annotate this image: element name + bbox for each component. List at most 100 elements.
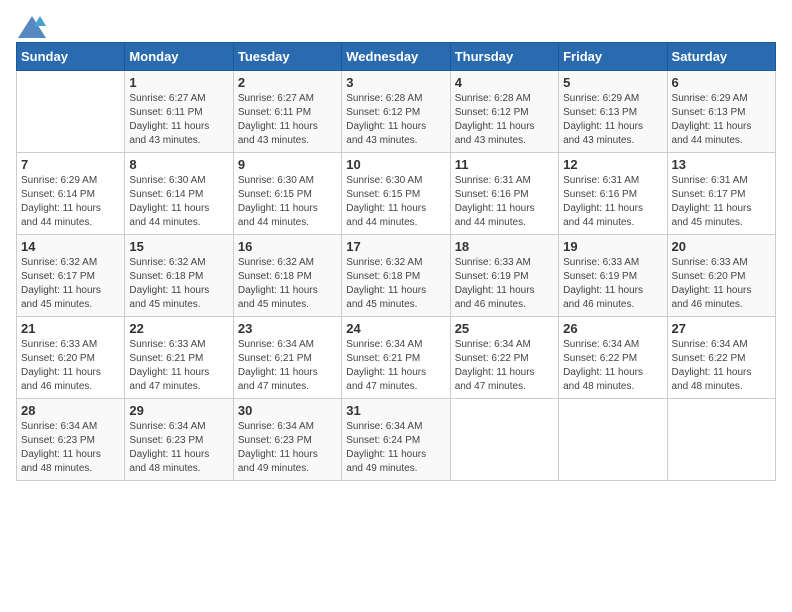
day-number: 9	[238, 157, 337, 172]
day-number: 30	[238, 403, 337, 418]
calendar-header-row: SundayMondayTuesdayWednesdayThursdayFrid…	[17, 43, 776, 71]
header-monday: Monday	[125, 43, 233, 71]
day-detail: Sunrise: 6:33 AMSunset: 6:21 PMDaylight:…	[129, 338, 228, 394]
week-row-0: 1Sunrise: 6:27 AMSunset: 6:11 PMDaylight…	[17, 71, 776, 153]
day-detail: Sunrise: 6:31 AMSunset: 6:16 PMDaylight:…	[563, 174, 662, 230]
day-number: 2	[238, 75, 337, 90]
calendar-table: SundayMondayTuesdayWednesdayThursdayFrid…	[16, 42, 776, 481]
calendar-cell: 5 Sunrise: 6:29 AMSunset: 6:13 PMDaylight…	[559, 71, 667, 153]
calendar-cell	[559, 399, 667, 481]
day-detail: Sunrise: 6:28 AMSunset: 6:12 PMDaylight:…	[455, 92, 554, 148]
calendar-cell	[450, 399, 558, 481]
calendar-cell: 16Sunrise: 6:32 AMSunset: 6:18 PMDayligh…	[233, 235, 341, 317]
calendar-cell: 29Sunrise: 6:34 AMSunset: 6:23 PMDayligh…	[125, 399, 233, 481]
day-number: 6	[672, 75, 771, 90]
calendar-cell: 10 Sunrise: 6:30 AMSunset: 6:15 PMDayligh…	[342, 153, 450, 235]
calendar-cell: 23 Sunrise: 6:34 AMSunset: 6:21 PMDayligh…	[233, 317, 341, 399]
day-number: 16	[238, 239, 337, 254]
day-number: 27	[672, 321, 771, 336]
week-row-3: 21 Sunrise: 6:33 AMSunset: 6:20 PMDayligh…	[17, 317, 776, 399]
calendar-cell: 28 Sunrise: 6:34 AMSunset: 6:23 PMDayligh…	[17, 399, 125, 481]
calendar-cell: 19 Sunrise: 6:33 AMSunset: 6:19 PMDayligh…	[559, 235, 667, 317]
day-detail: Sunrise: 6:33 AMSunset: 6:19 PMDaylight:…	[563, 256, 662, 312]
calendar-cell: 20 Sunrise: 6:33 AMSunset: 6:20 PMDayligh…	[667, 235, 775, 317]
day-detail: Sunrise: 6:29 AMSunset: 6:13 PMDaylight:…	[563, 92, 662, 148]
day-detail: Sunrise: 6:30 AMSunset: 6:14 PMDaylight:…	[129, 174, 228, 230]
week-row-4: 28 Sunrise: 6:34 AMSunset: 6:23 PMDayligh…	[17, 399, 776, 481]
day-number: 12	[563, 157, 662, 172]
day-detail: Sunrise: 6:34 AMSunset: 6:21 PMDaylight:…	[346, 338, 445, 394]
day-number: 19	[563, 239, 662, 254]
day-number: 28	[21, 403, 120, 418]
day-number: 24	[346, 321, 445, 336]
calendar-cell: 2Sunrise: 6:27 AMSunset: 6:11 PMDaylight…	[233, 71, 341, 153]
day-number: 23	[238, 321, 337, 336]
day-detail: Sunrise: 6:28 AMSunset: 6:12 PMDaylight:…	[346, 92, 445, 148]
day-number: 11	[455, 157, 554, 172]
day-number: 31	[346, 403, 445, 418]
day-number: 22	[129, 321, 228, 336]
day-number: 20	[672, 239, 771, 254]
day-detail: Sunrise: 6:33 AMSunset: 6:20 PMDaylight:…	[21, 338, 120, 394]
header-friday: Friday	[559, 43, 667, 71]
day-number: 1	[129, 75, 228, 90]
calendar-cell: 7Sunrise: 6:29 AMSunset: 6:14 PMDaylight…	[17, 153, 125, 235]
day-number: 5	[563, 75, 662, 90]
day-number: 17	[346, 239, 445, 254]
calendar-cell: 12 Sunrise: 6:31 AMSunset: 6:16 PMDayligh…	[559, 153, 667, 235]
calendar-cell: 21 Sunrise: 6:33 AMSunset: 6:20 PMDayligh…	[17, 317, 125, 399]
day-detail: Sunrise: 6:30 AMSunset: 6:15 PMDaylight:…	[238, 174, 337, 230]
day-detail: Sunrise: 6:34 AMSunset: 6:22 PMDaylight:…	[672, 338, 771, 394]
week-row-2: 14 Sunrise: 6:32 AMSunset: 6:17 PMDayligh…	[17, 235, 776, 317]
header-tuesday: Tuesday	[233, 43, 341, 71]
calendar-cell: 6Sunrise: 6:29 AMSunset: 6:13 PMDaylight…	[667, 71, 775, 153]
day-detail: Sunrise: 6:33 AMSunset: 6:20 PMDaylight:…	[672, 256, 771, 312]
day-detail: Sunrise: 6:34 AMSunset: 6:23 PMDaylight:…	[21, 420, 120, 476]
day-detail: Sunrise: 6:34 AMSunset: 6:21 PMDaylight:…	[238, 338, 337, 394]
day-detail: Sunrise: 6:31 AMSunset: 6:16 PMDaylight:…	[455, 174, 554, 230]
calendar-cell: 18 Sunrise: 6:33 AMSunset: 6:19 PMDayligh…	[450, 235, 558, 317]
day-detail: Sunrise: 6:30 AMSunset: 6:15 PMDaylight:…	[346, 174, 445, 230]
day-number: 4	[455, 75, 554, 90]
calendar-cell: 27 Sunrise: 6:34 AMSunset: 6:22 PMDayligh…	[667, 317, 775, 399]
calendar-cell: 4 Sunrise: 6:28 AMSunset: 6:12 PMDaylight…	[450, 71, 558, 153]
day-number: 21	[21, 321, 120, 336]
header-sunday: Sunday	[17, 43, 125, 71]
day-detail: Sunrise: 6:34 AMSunset: 6:23 PMDaylight:…	[129, 420, 228, 476]
calendar-cell: 14 Sunrise: 6:32 AMSunset: 6:17 PMDayligh…	[17, 235, 125, 317]
day-number: 18	[455, 239, 554, 254]
day-detail: Sunrise: 6:34 AMSunset: 6:22 PMDaylight:…	[563, 338, 662, 394]
calendar-cell: 22 Sunrise: 6:33 AMSunset: 6:21 PMDayligh…	[125, 317, 233, 399]
day-number: 10	[346, 157, 445, 172]
calendar-cell: 17 Sunrise: 6:32 AMSunset: 6:18 PMDayligh…	[342, 235, 450, 317]
calendar-body: 1Sunrise: 6:27 AMSunset: 6:11 PMDaylight…	[17, 71, 776, 481]
header-wednesday: Wednesday	[342, 43, 450, 71]
calendar-cell: 15Sunrise: 6:32 AMSunset: 6:18 PMDayligh…	[125, 235, 233, 317]
calendar-cell: 24 Sunrise: 6:34 AMSunset: 6:21 PMDayligh…	[342, 317, 450, 399]
calendar-cell: 9 Sunrise: 6:30 AMSunset: 6:15 PMDaylight…	[233, 153, 341, 235]
calendar-cell: 3Sunrise: 6:28 AMSunset: 6:12 PMDaylight…	[342, 71, 450, 153]
day-detail: Sunrise: 6:29 AMSunset: 6:14 PMDaylight:…	[21, 174, 120, 230]
day-detail: Sunrise: 6:32 AMSunset: 6:17 PMDaylight:…	[21, 256, 120, 312]
calendar-cell: 13 Sunrise: 6:31 AMSunset: 6:17 PMDayligh…	[667, 153, 775, 235]
header	[16, 16, 776, 34]
calendar-cell	[667, 399, 775, 481]
calendar-cell: 8 Sunrise: 6:30 AMSunset: 6:14 PMDaylight…	[125, 153, 233, 235]
calendar-cell: 30 Sunrise: 6:34 AMSunset: 6:23 PMDayligh…	[233, 399, 341, 481]
day-detail: Sunrise: 6:34 AMSunset: 6:23 PMDaylight:…	[238, 420, 337, 476]
day-number: 8	[129, 157, 228, 172]
day-number: 13	[672, 157, 771, 172]
logo-icon	[18, 16, 46, 38]
header-saturday: Saturday	[667, 43, 775, 71]
day-detail: Sunrise: 6:31 AMSunset: 6:17 PMDaylight:…	[672, 174, 771, 230]
day-detail: Sunrise: 6:34 AMSunset: 6:22 PMDaylight:…	[455, 338, 554, 394]
day-detail: Sunrise: 6:32 AMSunset: 6:18 PMDaylight:…	[129, 256, 228, 312]
day-number: 25	[455, 321, 554, 336]
day-number: 14	[21, 239, 120, 254]
header-thursday: Thursday	[450, 43, 558, 71]
logo	[16, 16, 46, 34]
week-row-1: 7Sunrise: 6:29 AMSunset: 6:14 PMDaylight…	[17, 153, 776, 235]
calendar-cell: 26Sunrise: 6:34 AMSunset: 6:22 PMDayligh…	[559, 317, 667, 399]
day-detail: Sunrise: 6:32 AMSunset: 6:18 PMDaylight:…	[346, 256, 445, 312]
day-detail: Sunrise: 6:33 AMSunset: 6:19 PMDaylight:…	[455, 256, 554, 312]
